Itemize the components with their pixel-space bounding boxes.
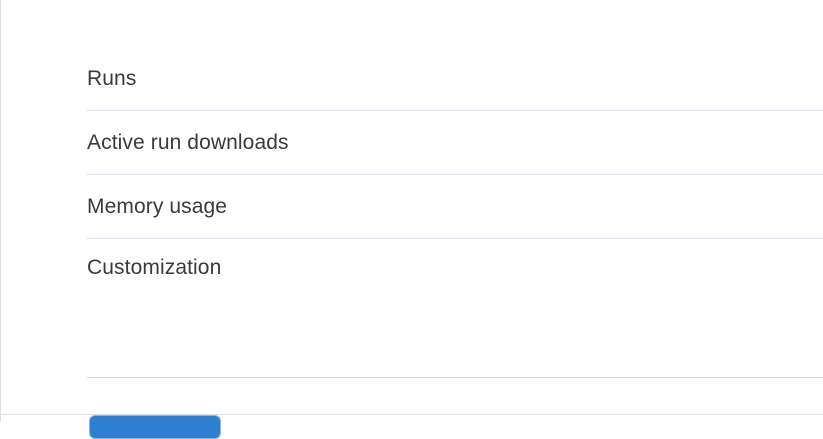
settings-item-active-run-downloads[interactable]: Active run downloads [87,111,823,175]
primary-action-button[interactable] [89,415,221,439]
settings-item-label: Active run downloads [87,130,289,154]
settings-item-runs[interactable]: Runs [87,47,823,111]
settings-panel: Runs Active run downloads Memory usage C… [0,0,823,439]
settings-item-memory-usage[interactable]: Memory usage [87,175,823,239]
settings-item-label: Customization [87,256,222,279]
settings-item-label: Runs [87,66,137,90]
settings-menu-list: Runs Active run downloads Memory usage C… [87,47,823,369]
section-divider [87,377,823,378]
settings-item-label: Memory usage [87,194,228,218]
settings-item-customization[interactable]: Customization [87,239,823,369]
